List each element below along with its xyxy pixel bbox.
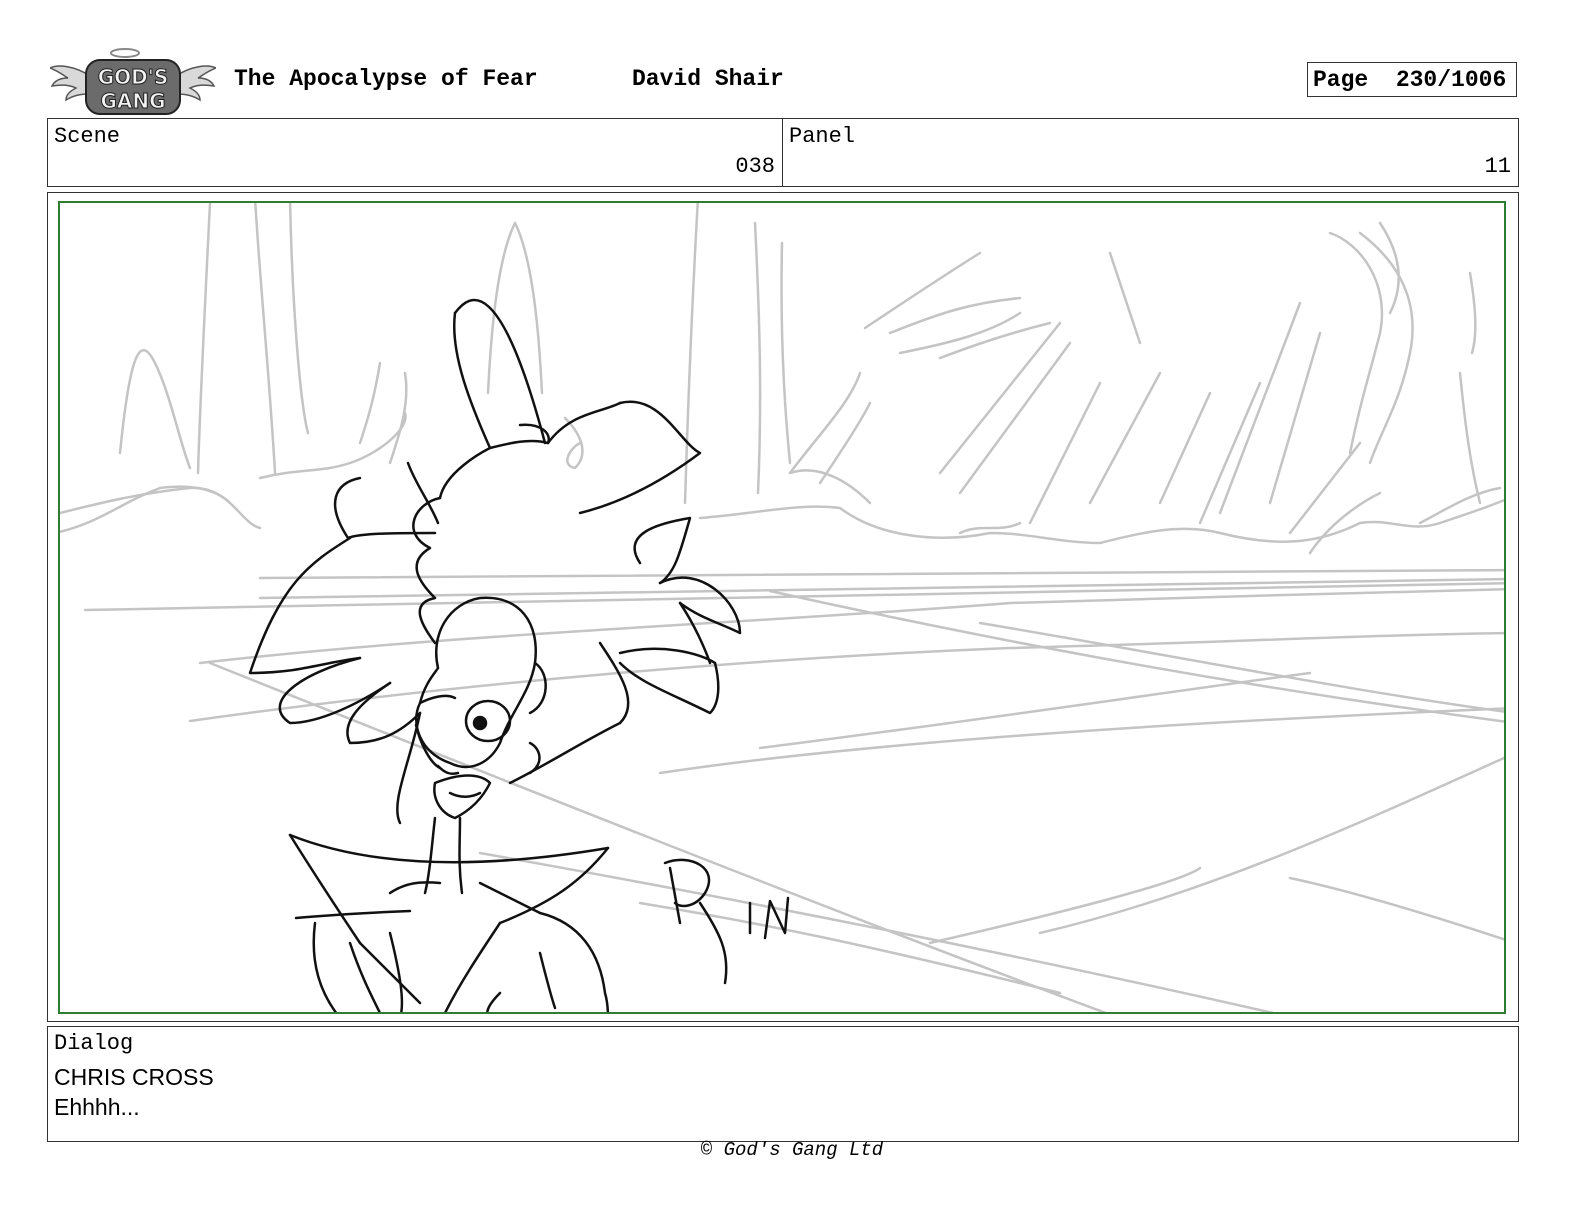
dialog-label: Dialog <box>54 1031 134 1056</box>
svg-text:GOD'S: GOD'S <box>98 65 169 89</box>
character-sketch <box>248 298 790 1012</box>
panel-number: 11 <box>1484 154 1511 179</box>
panel-cell: Panel 11 <box>783 119 1518 186</box>
document-title: The Apocalypse of Fear <box>234 66 538 92</box>
page-number: 230/1006 <box>1395 67 1507 93</box>
panel-label: Panel <box>789 124 856 149</box>
scene-panel-row: Scene 038 Panel 11 <box>47 118 1519 187</box>
dialog-line: Ehhhh... <box>54 1094 140 1120</box>
dialog-box: Dialog CHRIS CROSS Ehhhh... <box>47 1026 1519 1142</box>
storyboard-panel <box>58 201 1506 1014</box>
author-name: David Shair <box>632 66 784 92</box>
scene-number: 038 <box>735 154 775 179</box>
svg-text:GANG: GANG <box>100 89 165 113</box>
page-label: Page <box>1313 67 1369 93</box>
storyboard-sketch <box>60 203 1504 1012</box>
page-indicator: Page 230/1006 <box>1307 62 1517 97</box>
scene-cell: Scene 038 <box>48 119 783 186</box>
copyright-footer: © God's Gang Ltd <box>700 1139 884 1161</box>
dialog-speaker: CHRIS CROSS <box>54 1064 214 1090</box>
gods-gang-logo: GOD'S GANG <box>48 46 218 118</box>
scene-label: Scene <box>54 124 121 149</box>
